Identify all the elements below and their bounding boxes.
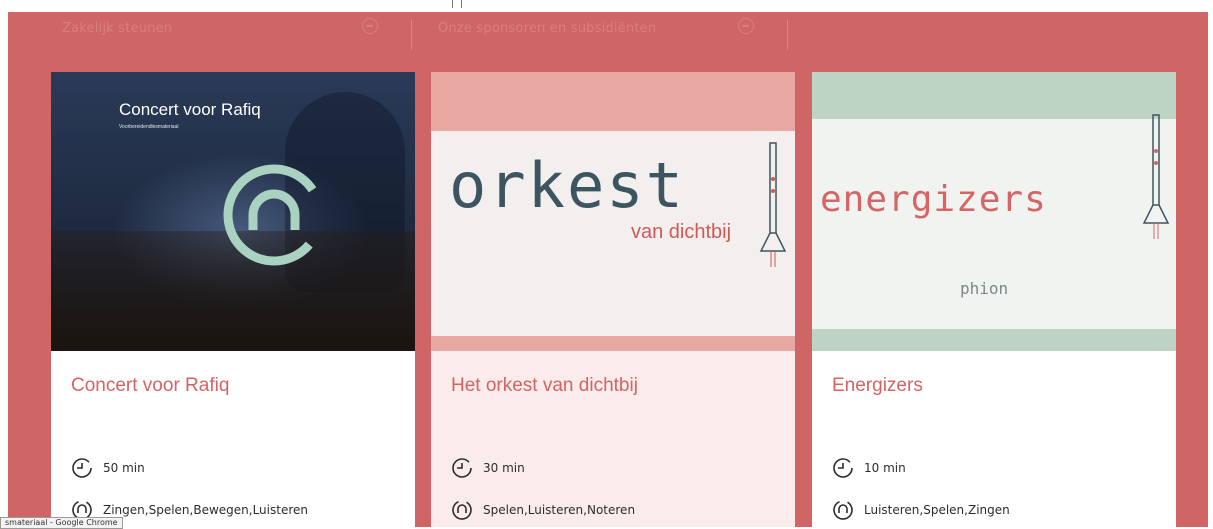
cycle-icon bbox=[833, 500, 853, 520]
card-energizers[interactable]: energizers phion Energizers 10 min Luist… bbox=[812, 72, 1176, 527]
card-body: Het orkest van dichtbij 30 min Spelen,Lu… bbox=[431, 351, 795, 527]
orkest-logo-subtitle: van dichtbij bbox=[631, 221, 732, 243]
orkest-logo-text: orkest bbox=[449, 149, 685, 222]
clarinet-icon bbox=[759, 142, 787, 267]
card-concert-voor-rafiq[interactable]: Concert voor Rafiq Voorbereidendlesmater… bbox=[51, 72, 415, 527]
duration-row: 10 min bbox=[832, 457, 906, 479]
brand-c-logo-icon bbox=[223, 164, 325, 266]
clarinet-icon bbox=[1142, 114, 1170, 239]
activities-text: Luisteren,Spelen,Zingen bbox=[864, 503, 1010, 517]
card-het-orkest-van-dichtbij[interactable]: orkest van dichtbij Het orkest van dicht… bbox=[431, 72, 795, 527]
cycle-icon bbox=[452, 500, 472, 520]
image-title: Concert voor Rafiq bbox=[119, 100, 261, 119]
image-band-top bbox=[431, 72, 795, 131]
timer-icon bbox=[72, 458, 92, 478]
activities-row: Luisteren,Spelen,Zingen bbox=[832, 499, 1010, 521]
image-subtitle: Voorbereidendlesmateriaal bbox=[119, 124, 179, 130]
image-band-bottom bbox=[812, 329, 1176, 351]
card-title[interactable]: Het orkest van dichtbij bbox=[451, 375, 638, 397]
right-edge bbox=[1208, 0, 1213, 527]
divider bbox=[787, 20, 788, 50]
card-body: Concert voor Rafiq 50 min Zingen,Spelen,… bbox=[51, 351, 415, 527]
link-zakelijk-steunen[interactable]: Zakelijk steunen bbox=[62, 21, 172, 36]
duration-row: 50 min bbox=[71, 457, 145, 479]
image-band-bottom bbox=[431, 336, 795, 351]
divider bbox=[411, 20, 412, 50]
arrow-circle-icon[interactable] bbox=[362, 18, 378, 34]
duration-text: 10 min bbox=[864, 461, 906, 475]
activities-row: Spelen,Luisteren,Noteren bbox=[451, 499, 635, 521]
phion-brand-text: phion bbox=[960, 279, 1009, 298]
concert-photo: Concert voor Rafiq Voorbereidendlesmater… bbox=[51, 72, 415, 351]
activities-text: Spelen,Luisteren,Noteren bbox=[483, 503, 636, 517]
tab-notch bbox=[452, 0, 453, 8]
image-main: energizers phion bbox=[812, 114, 1176, 329]
card-image: orkest van dichtbij bbox=[431, 72, 795, 351]
image-main: orkest van dichtbij bbox=[431, 131, 795, 336]
duration-row: 30 min bbox=[451, 457, 525, 479]
card-image: energizers phion bbox=[812, 72, 1176, 351]
tab-notch bbox=[461, 0, 462, 8]
left-edge bbox=[0, 0, 8, 527]
timer-icon bbox=[452, 458, 472, 478]
activities-text: Zingen,Spelen,Bewegen,Luisteren bbox=[103, 503, 308, 517]
card-image: Concert voor Rafiq Voorbereidendlesmater… bbox=[51, 72, 415, 351]
arrow-circle-icon[interactable] bbox=[738, 18, 754, 34]
status-tooltip: smateriaal - Google Chrome bbox=[0, 517, 123, 529]
card-title[interactable]: Concert voor Rafiq bbox=[71, 375, 229, 397]
timer-icon bbox=[833, 458, 853, 478]
duration-text: 50 min bbox=[103, 461, 145, 475]
card-title[interactable]: Energizers bbox=[832, 375, 923, 397]
energizers-logo-text: energizers bbox=[820, 179, 1047, 220]
link-sponsoren[interactable]: Onze sponsoren en subsidiënten bbox=[438, 21, 656, 36]
duration-text: 30 min bbox=[483, 461, 525, 475]
card-body: Energizers 10 min Luisteren,Spelen,Zinge… bbox=[812, 351, 1176, 527]
top-strip bbox=[0, 0, 1213, 12]
top-links-bar: Zakelijk steunen Onze sponsoren en subsi… bbox=[8, 12, 1208, 50]
image-band-top bbox=[812, 72, 1176, 119]
